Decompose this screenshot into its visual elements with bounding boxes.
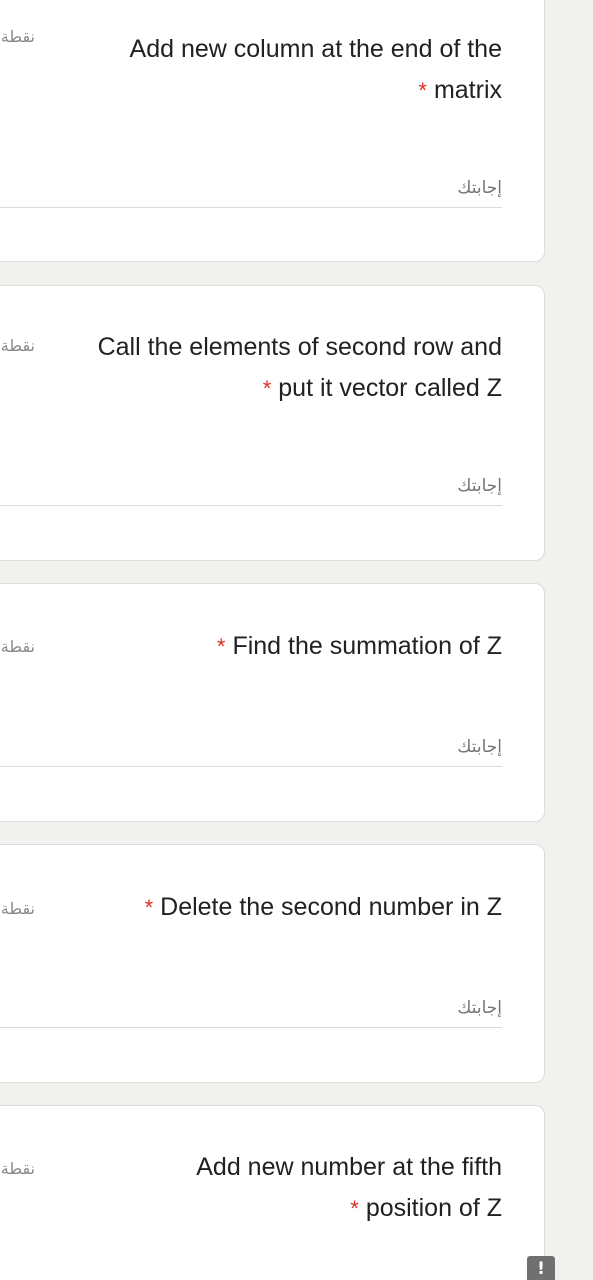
- question-line-2: * put it vector called Z: [32, 368, 502, 409]
- question-title: * Delete the second number in Z: [32, 887, 502, 928]
- answer-input[interactable]: [0, 730, 502, 764]
- question-line-1: * Delete the second number in Z: [32, 887, 502, 928]
- question-card-4: نقطة * Delete the second number in Z: [0, 844, 545, 1083]
- question-line-2: * position of Z: [32, 1188, 502, 1229]
- points-label: نقطة: [1, 338, 35, 355]
- question-line-1: Add new column at the end of the: [129, 35, 502, 63]
- question-line-2-text: put it vector called Z: [278, 374, 502, 402]
- points-label: نقطة: [1, 901, 35, 918]
- answer-underline: [0, 469, 502, 506]
- answer-underline: [0, 730, 502, 767]
- points-label: نقطة: [1, 639, 35, 656]
- question-line-1: * Find the summation of Z: [32, 626, 502, 667]
- points-label: نقطة: [1, 1161, 35, 1178]
- question-line-2-text: position of Z: [365, 1194, 502, 1222]
- question-title: Call the elements of second row and * pu…: [32, 327, 502, 409]
- report-problem-button[interactable]: !: [527, 1256, 555, 1280]
- answer-input[interactable]: [0, 991, 502, 1025]
- question-title: * Find the summation of Z: [32, 626, 502, 667]
- question-card-1: نقطة Add new column at the end of the * …: [0, 0, 545, 262]
- question-title: Add new number at the fifth * position o…: [32, 1147, 502, 1229]
- required-asterisk: *: [350, 1196, 359, 1221]
- question-line-1-text: Find the summation of Z: [232, 632, 502, 660]
- required-asterisk: *: [262, 376, 272, 401]
- question-line-1: Call the elements of second row and: [97, 333, 502, 361]
- question-line-1: Add new number at the fifth: [196, 1153, 502, 1181]
- answer-input[interactable]: [0, 171, 502, 205]
- answer-input[interactable]: [0, 469, 502, 503]
- answer-underline: [0, 171, 502, 208]
- question-line-2: * matrix: [32, 70, 502, 111]
- question-card-5: نقطة Add new number at the fifth * posit…: [0, 1105, 545, 1280]
- required-asterisk: *: [144, 895, 154, 920]
- points-label: نقطة: [1, 29, 35, 46]
- question-line-2-text: matrix: [433, 76, 502, 104]
- question-card-3: نقطة * Find the summation of Z: [0, 583, 545, 822]
- answer-underline: [0, 991, 502, 1028]
- question-line-1-text: Delete the second number in Z: [160, 893, 502, 921]
- required-asterisk: *: [216, 634, 226, 659]
- question-card-2: نقطة Call the elements of second row and…: [0, 285, 545, 561]
- required-asterisk: *: [418, 78, 427, 103]
- question-title: Add new column at the end of the * matri…: [32, 29, 502, 111]
